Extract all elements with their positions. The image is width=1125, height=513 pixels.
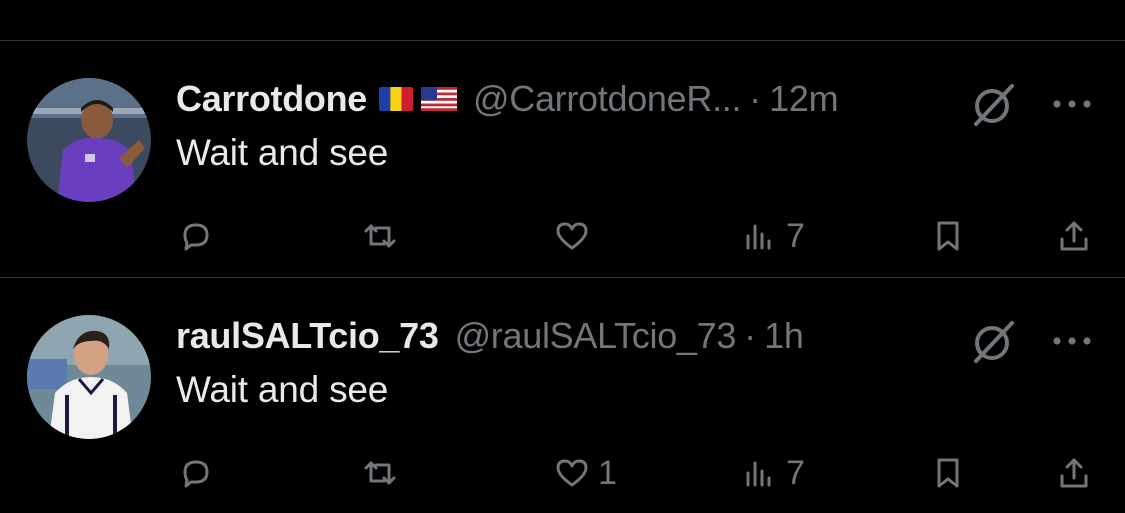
avatar-image [27,78,151,202]
retweet-icon [364,461,396,485]
usa-flag-icon [421,87,458,111]
tweet-header: Carrotdone @CarrotdoneR... · 12m [176,74,839,124]
view-count: 7 [786,216,805,255]
flag-emojis [379,87,458,111]
user-handle[interactable]: @raulSALTcio_73 [455,315,737,357]
separator-dot: · [749,78,762,119]
timestamp[interactable]: 1h [764,315,804,357]
tweet-2[interactable]: raulSALTcio_73 @raulSALTcio_73 · 1h Wait… [0,277,1125,513]
display-name[interactable]: Carrotdone [176,78,367,120]
like-count: 1 [598,453,617,492]
avatar[interactable] [27,315,151,439]
views-button[interactable]: 7 [740,212,805,260]
reply-icon [183,223,209,251]
more-options-icon[interactable] [1050,331,1094,351]
views-button[interactable]: 7 [740,449,805,497]
heart-icon [556,222,588,250]
tweet-text: Wait and see [176,369,389,410]
reply-button[interactable] [176,449,222,497]
tweet-1[interactable]: Carrotdone @CarrotdoneR... · 12m Wait an… [0,40,1125,276]
display-name[interactable]: raulSALTcio_73 [176,315,439,357]
tweet-header: raulSALTcio_73 @raulSALTcio_73 · 1h [176,311,804,361]
views-icon [746,461,771,487]
heart-icon [556,459,588,487]
retweet-icon [364,224,396,248]
user-handle[interactable]: @CarrotdoneR... [473,78,741,120]
separator-dot: · [744,315,757,356]
grok-icon[interactable] [970,80,1018,128]
like-button[interactable]: 1 [552,449,617,497]
timestamp[interactable]: 12m [769,78,838,120]
share-icon [1060,221,1088,251]
share-button[interactable] [1054,212,1094,260]
reply-button[interactable] [176,212,222,260]
more-options-icon[interactable] [1050,94,1094,114]
like-button[interactable] [552,212,598,260]
views-icon [746,224,771,250]
bookmark-icon [937,458,959,488]
bookmark-button[interactable] [928,212,968,260]
bookmark-icon [937,221,959,251]
bookmark-button[interactable] [928,449,968,497]
share-button[interactable] [1054,449,1094,497]
grok-icon[interactable] [970,317,1018,365]
retweet-button[interactable] [360,212,406,260]
avatar[interactable] [27,78,151,202]
reply-icon [183,460,209,488]
romania-flag-icon [379,87,414,111]
retweet-button[interactable] [360,449,406,497]
view-count: 7 [786,453,805,492]
share-icon [1060,458,1088,488]
tweet-text: Wait and see [176,132,389,173]
avatar-image [27,315,151,439]
